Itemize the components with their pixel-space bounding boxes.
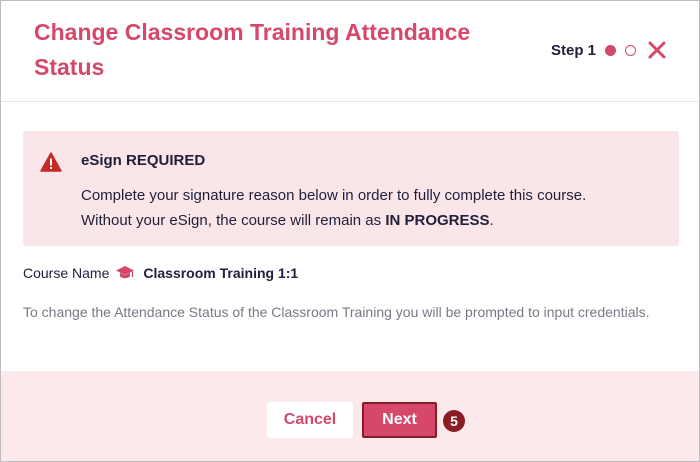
alert-line-2-suffix: . <box>489 212 494 229</box>
modal-title: Change Classroom Training Attendance Sta… <box>34 19 471 80</box>
modal-header: Change Classroom Training Attendance Sta… <box>1 1 699 102</box>
attendance-status-modal: Change Classroom Training Attendance Sta… <box>0 0 700 462</box>
step-label: Step 1 <box>550 41 596 59</box>
close-icon[interactable] <box>647 40 667 60</box>
graduation-cap-icon <box>116 266 135 279</box>
next-button[interactable]: Next <box>362 402 437 438</box>
course-name-value: Classroom Training 1:1 <box>143 265 299 281</box>
modal-footer: Cancel Next 5 <box>1 371 699 461</box>
alert-line-2: Without your eSign, the course will rema… <box>81 208 671 233</box>
course-name-label: Course Name <box>23 265 110 281</box>
step-callout-badge: 5 <box>443 410 465 432</box>
stepper: Step 1 <box>551 38 667 62</box>
info-text: To change the Attendance Status of the C… <box>23 304 650 320</box>
step-1-dot <box>605 44 616 56</box>
alert-message: Complete your signature reason below in … <box>81 183 671 233</box>
course-name-row: Course Name Classroom Training 1:1 <box>23 263 298 283</box>
alert-title: eSign REQUIRED <box>81 152 206 169</box>
alert-line-2-prefix: Without your eSign, the course will rema… <box>81 212 386 229</box>
status-text: IN PROGRESS <box>385 212 490 229</box>
alert-line-1: Complete your signature reason below in … <box>81 187 587 204</box>
step-2-dot <box>625 44 636 56</box>
esign-alert: eSign REQUIRED Complete your signature r… <box>23 131 679 246</box>
cancel-button[interactable]: Cancel <box>267 402 353 438</box>
warning-icon <box>40 152 62 172</box>
